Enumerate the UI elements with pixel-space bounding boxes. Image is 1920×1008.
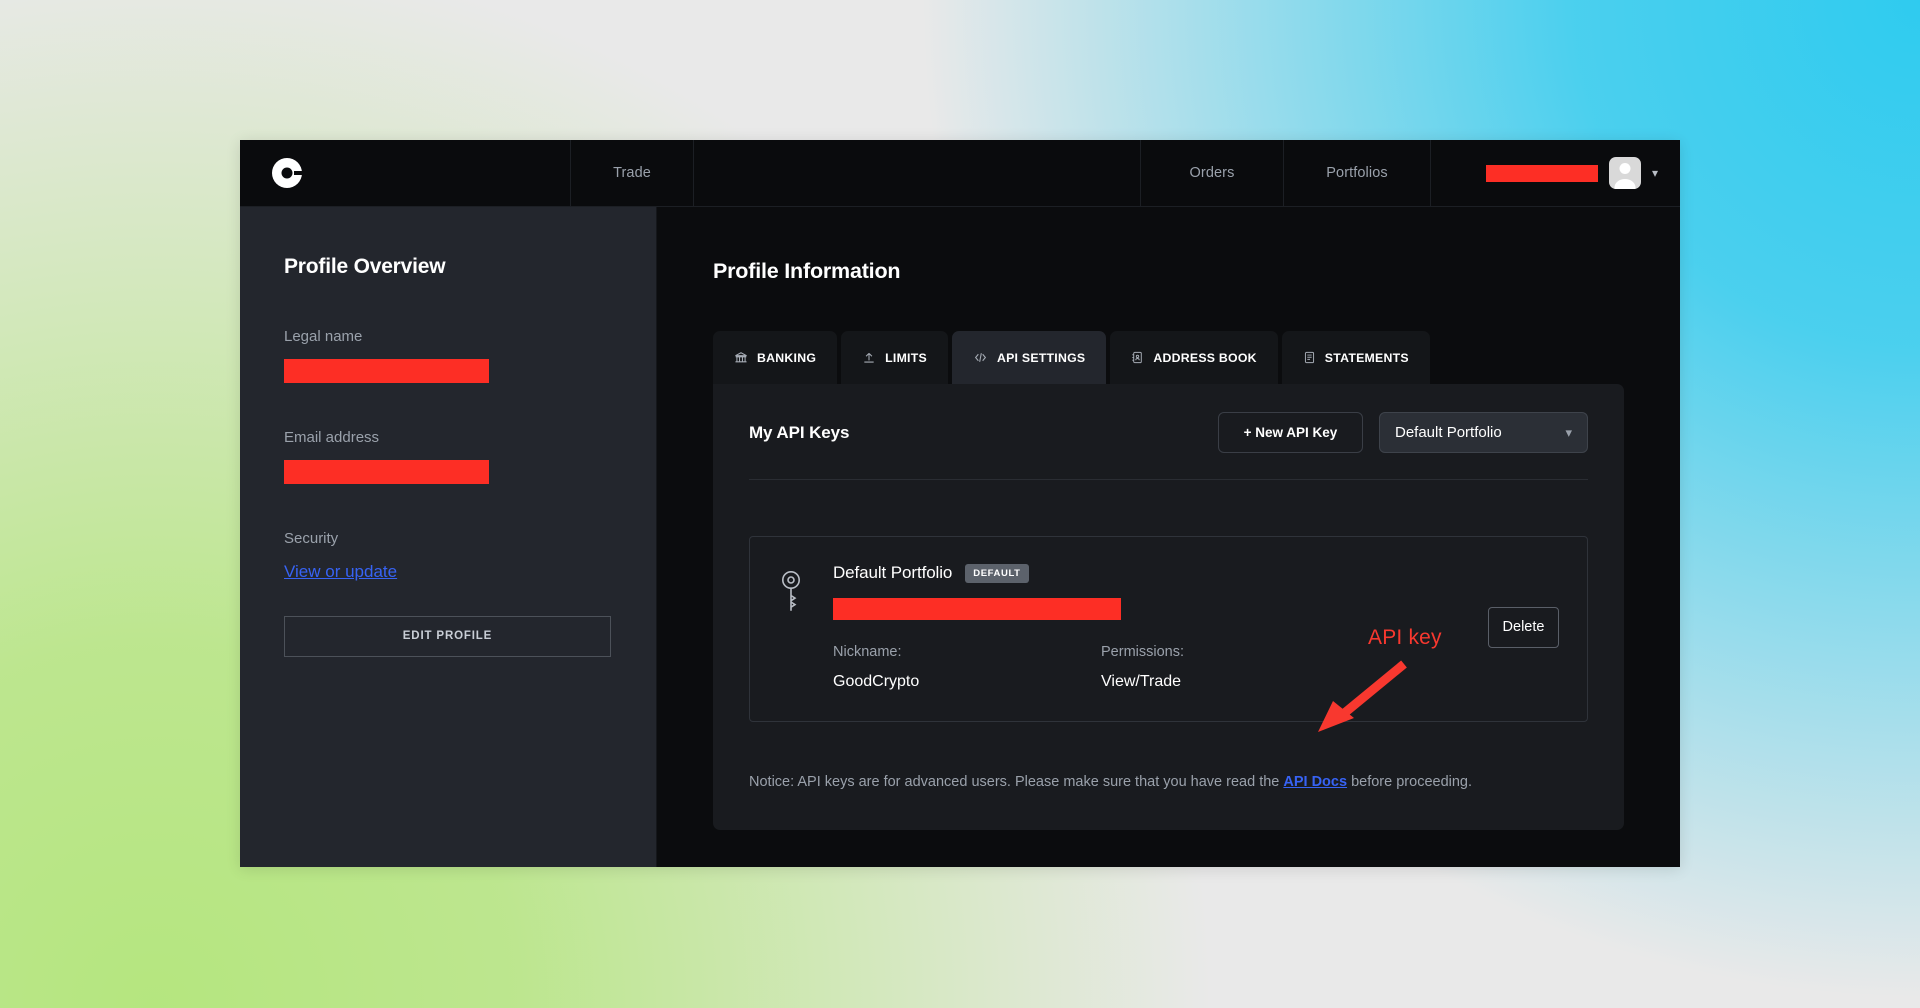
- nav-item-trade[interactable]: Trade: [571, 140, 694, 206]
- nickname-label: Nickname:: [833, 644, 1101, 660]
- panel-header: My API Keys + New API Key Default Portfo…: [749, 412, 1588, 480]
- upload-icon: [862, 351, 876, 365]
- nav-item-portfolios[interactable]: Portfolios: [1284, 140, 1431, 206]
- api-key-card: Default Portfolio DEFAULT Nickname: Good…: [749, 536, 1588, 722]
- api-key-header-row: Default Portfolio DEFAULT: [833, 563, 1459, 583]
- account-menu[interactable]: ▾: [1431, 140, 1680, 206]
- panel-header-actions: + New API Key Default Portfolio ▾: [1218, 412, 1588, 453]
- api-key-portfolio-name: Default Portfolio: [833, 563, 952, 583]
- api-key-meta: Nickname: GoodCrypto Permissions: View/T…: [833, 644, 1459, 691]
- tab-banking[interactable]: BANKING: [713, 331, 837, 384]
- avatar-icon[interactable]: [1609, 157, 1641, 189]
- api-key-details: Default Portfolio DEFAULT Nickname: Good…: [833, 563, 1459, 691]
- profile-tabs: BANKING LIMITS A: [713, 331, 1624, 384]
- tab-statements-label: STATEMENTS: [1325, 351, 1409, 365]
- permissions-label: Permissions:: [1101, 644, 1369, 660]
- api-settings-panel: My API Keys + New API Key Default Portfo…: [713, 384, 1624, 830]
- api-notice-suffix: before proceeding.: [1347, 774, 1472, 790]
- nav-item-orders-label: Orders: [1190, 165, 1235, 181]
- nav-item-trade-label: Trade: [613, 165, 651, 181]
- tab-api-settings[interactable]: API SETTINGS: [952, 331, 1106, 384]
- email-address-value-redacted: [284, 460, 489, 484]
- permissions-column: Permissions: View/Trade: [1101, 644, 1369, 691]
- tab-api-settings-label: API SETTINGS: [997, 351, 1085, 365]
- app-body: Profile Overview Legal name Email addres…: [240, 207, 1680, 867]
- security-label: Security: [284, 530, 612, 547]
- tab-limits-label: LIMITS: [885, 351, 927, 365]
- api-docs-link[interactable]: API Docs: [1283, 774, 1347, 790]
- account-name-redacted: [1486, 165, 1598, 182]
- legal-name-value-redacted: [284, 359, 489, 383]
- address-book-icon: [1131, 350, 1144, 365]
- main-content: Profile Information BANKING: [657, 207, 1680, 867]
- nickname-column: Nickname: GoodCrypto: [833, 644, 1101, 691]
- sidebar-title: Profile Overview: [284, 255, 612, 279]
- coinbase-logo-icon[interactable]: [272, 158, 302, 188]
- page-title: Profile Information: [713, 259, 1624, 284]
- chevron-down-icon[interactable]: ▾: [1565, 426, 1572, 439]
- edit-profile-button[interactable]: EDIT PROFILE: [284, 616, 611, 657]
- nav-spacer: [694, 140, 1141, 206]
- nav-item-orders[interactable]: Orders: [1141, 140, 1284, 206]
- permissions-value: View/Trade: [1101, 673, 1369, 691]
- status-badge: DEFAULT: [965, 564, 1028, 583]
- top-navigation-bar: Trade Orders Portfolios ▾: [240, 140, 1680, 207]
- email-address-label: Email address: [284, 429, 612, 446]
- portfolio-select[interactable]: Default Portfolio ▾: [1379, 412, 1588, 453]
- profile-sidebar: Profile Overview Legal name Email addres…: [240, 207, 657, 867]
- tab-limits[interactable]: LIMITS: [841, 331, 948, 384]
- new-api-key-button[interactable]: + New API Key: [1218, 412, 1363, 453]
- tab-statements[interactable]: STATEMENTS: [1282, 331, 1430, 384]
- api-notice-prefix: Notice: API keys are for advanced users.…: [749, 774, 1283, 790]
- bank-icon: [734, 351, 748, 365]
- nickname-value: GoodCrypto: [833, 673, 1101, 691]
- document-icon: [1303, 350, 1316, 365]
- chevron-down-icon[interactable]: ▾: [1652, 167, 1658, 179]
- my-api-keys-title: My API Keys: [749, 423, 849, 443]
- api-notice: Notice: API keys are for advanced users.…: [749, 774, 1588, 790]
- tab-address-book[interactable]: ADDRESS BOOK: [1110, 331, 1277, 384]
- tab-address-book-label: ADDRESS BOOK: [1153, 351, 1256, 365]
- nav-item-portfolios-label: Portfolios: [1326, 165, 1387, 181]
- code-icon: [973, 351, 988, 364]
- delete-api-key-button[interactable]: Delete: [1488, 607, 1559, 648]
- portfolio-select-value: Default Portfolio: [1395, 424, 1502, 441]
- legal-name-label: Legal name: [284, 328, 612, 345]
- key-icon: [778, 569, 804, 617]
- logo-cell[interactable]: [240, 140, 571, 206]
- app-window: Trade Orders Portfolios ▾ Profile Overvi…: [240, 140, 1680, 867]
- api-key-value-redacted: [833, 598, 1121, 620]
- tab-banking-label: BANKING: [757, 351, 816, 365]
- view-or-update-link[interactable]: View or update: [284, 562, 397, 582]
